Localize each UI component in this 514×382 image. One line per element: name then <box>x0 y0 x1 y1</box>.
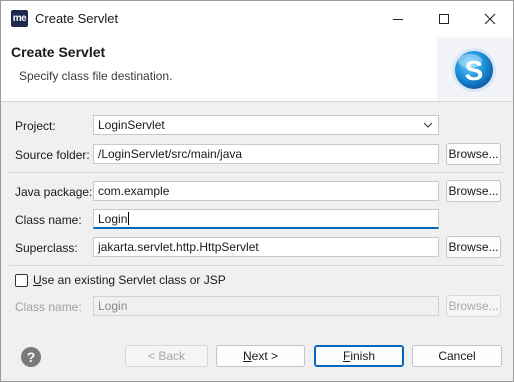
banner-title: Create Servlet <box>11 44 106 60</box>
class-name-label: Class name: <box>15 213 82 227</box>
app-icon: me <box>11 10 28 27</box>
create-servlet-dialog: me Create Servlet Create Servlet Specify… <box>0 0 514 382</box>
separator <box>9 172 505 173</box>
separator <box>9 265 505 266</box>
superclass-label: Superclass: <box>15 241 78 255</box>
maximize-icon <box>439 14 449 24</box>
title-bar[interactable]: me Create Servlet <box>1 1 513 37</box>
minimize-button[interactable] <box>375 1 421 37</box>
project-combo[interactable]: LoginServlet <box>93 115 439 135</box>
servlet-logo-icon: S <box>452 48 496 92</box>
project-label: Project: <box>15 119 56 133</box>
minimize-icon <box>393 19 403 20</box>
form-area: Project: LoginServlet Source folder: /Lo… <box>1 102 513 332</box>
close-button[interactable] <box>467 1 513 37</box>
maximize-button[interactable] <box>421 1 467 37</box>
source-folder-label: Source folder: <box>15 148 90 162</box>
logo-letter: S <box>465 55 484 86</box>
wizard-banner: Create Servlet Specify class file destin… <box>1 37 513 102</box>
use-existing-checkbox[interactable] <box>15 274 28 287</box>
class-name-input[interactable]: Login <box>93 209 439 229</box>
java-package-input[interactable]: com.example <box>93 181 439 201</box>
close-icon <box>484 13 496 25</box>
text-cursor <box>128 212 130 225</box>
existing-class-name-input: Login <box>93 296 439 316</box>
source-folder-input[interactable]: /LoginServlet/src/main/java <box>93 144 439 164</box>
class-name-value: Login <box>98 212 128 226</box>
help-icon[interactable]: ? <box>21 347 41 367</box>
window-title: Create Servlet <box>35 11 119 26</box>
back-button: < Back <box>125 345 208 367</box>
chevron-down-icon <box>423 122 433 128</box>
superclass-browse-button[interactable]: Browse... <box>446 236 501 258</box>
banner-image: S <box>437 37 513 101</box>
finish-button[interactable]: Finish <box>314 345 404 367</box>
project-value: LoginServlet <box>98 118 165 132</box>
dialog-footer: ? < Back Next > Finish Cancel <box>1 332 513 381</box>
existing-class-name-label: Class name: <box>15 300 82 314</box>
use-existing-label[interactable]: Use an existing Servlet class or JSP <box>33 273 226 287</box>
superclass-input[interactable]: jakarta.servlet.http.HttpServlet <box>93 237 439 257</box>
next-button[interactable]: Next > <box>216 345 305 367</box>
java-package-label: Java package: <box>15 185 93 199</box>
source-folder-browse-button[interactable]: Browse... <box>446 143 501 165</box>
cancel-button[interactable]: Cancel <box>412 345 502 367</box>
existing-class-browse-button: Browse... <box>446 295 501 317</box>
banner-message: Specify class file destination. <box>19 69 173 83</box>
java-package-browse-button[interactable]: Browse... <box>446 180 501 202</box>
